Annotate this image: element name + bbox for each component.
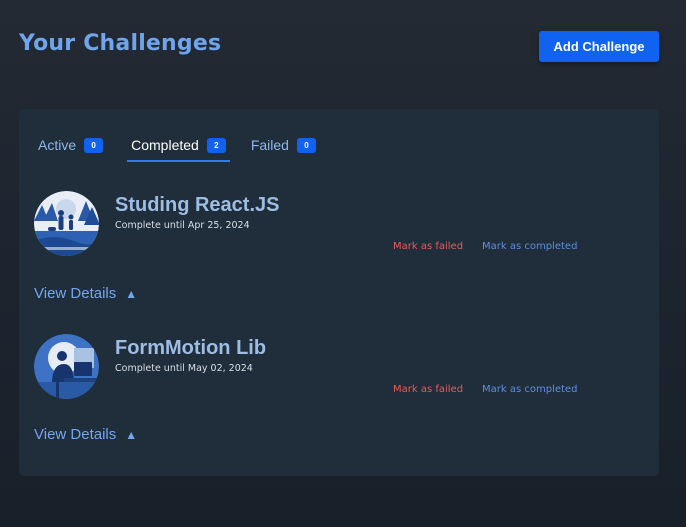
tab-completed[interactable]: Completed 2 <box>127 132 230 162</box>
view-details-label: View Details <box>34 426 117 443</box>
challenges-panel: Active 0 Completed 2 Failed 0 Studing Re… <box>19 109 659 476</box>
challenge-title: FormMotion Lib <box>115 337 267 359</box>
mark-as-failed-link[interactable]: Mark as failed <box>393 241 463 252</box>
mark-as-failed-link[interactable]: Mark as failed <box>393 384 463 395</box>
page-title: Your Challenges <box>19 31 222 56</box>
count-badge: 0 <box>84 137 104 153</box>
view-details-toggle[interactable]: View Details ▲ <box>34 426 137 443</box>
tab-label: Completed <box>131 137 199 153</box>
person-at-computer-illustration-icon <box>34 334 99 399</box>
challenge-deadline: Complete until May 02, 2024 <box>115 363 253 374</box>
mark-as-completed-link[interactable]: Mark as completed <box>482 241 577 252</box>
add-challenge-button[interactable]: Add Challenge <box>539 31 659 62</box>
tab-active[interactable]: Active 0 <box>38 132 104 158</box>
challenges-page: Your Challenges Add Challenge Active 0 C… <box>0 0 686 527</box>
tab-bar: Active 0 Completed 2 Failed 0 <box>38 132 316 162</box>
tab-failed[interactable]: Failed 0 <box>251 132 316 158</box>
tab-label: Active <box>38 137 77 153</box>
mark-as-completed-link[interactable]: Mark as completed <box>482 384 577 395</box>
view-details-label: View Details <box>34 285 117 302</box>
caret-up-icon: ▲ <box>125 286 138 301</box>
view-details-toggle[interactable]: View Details ▲ <box>34 285 137 302</box>
tab-label: Failed <box>250 137 289 153</box>
count-badge: 0 <box>296 137 316 153</box>
challenge-deadline: Complete until Apr 25, 2024 <box>115 220 250 231</box>
challenge-title: Studing React.JS <box>115 194 280 216</box>
caret-up-icon: ▲ <box>125 427 138 442</box>
count-badge: 2 <box>206 137 226 153</box>
family-forest-illustration-icon <box>34 191 99 256</box>
